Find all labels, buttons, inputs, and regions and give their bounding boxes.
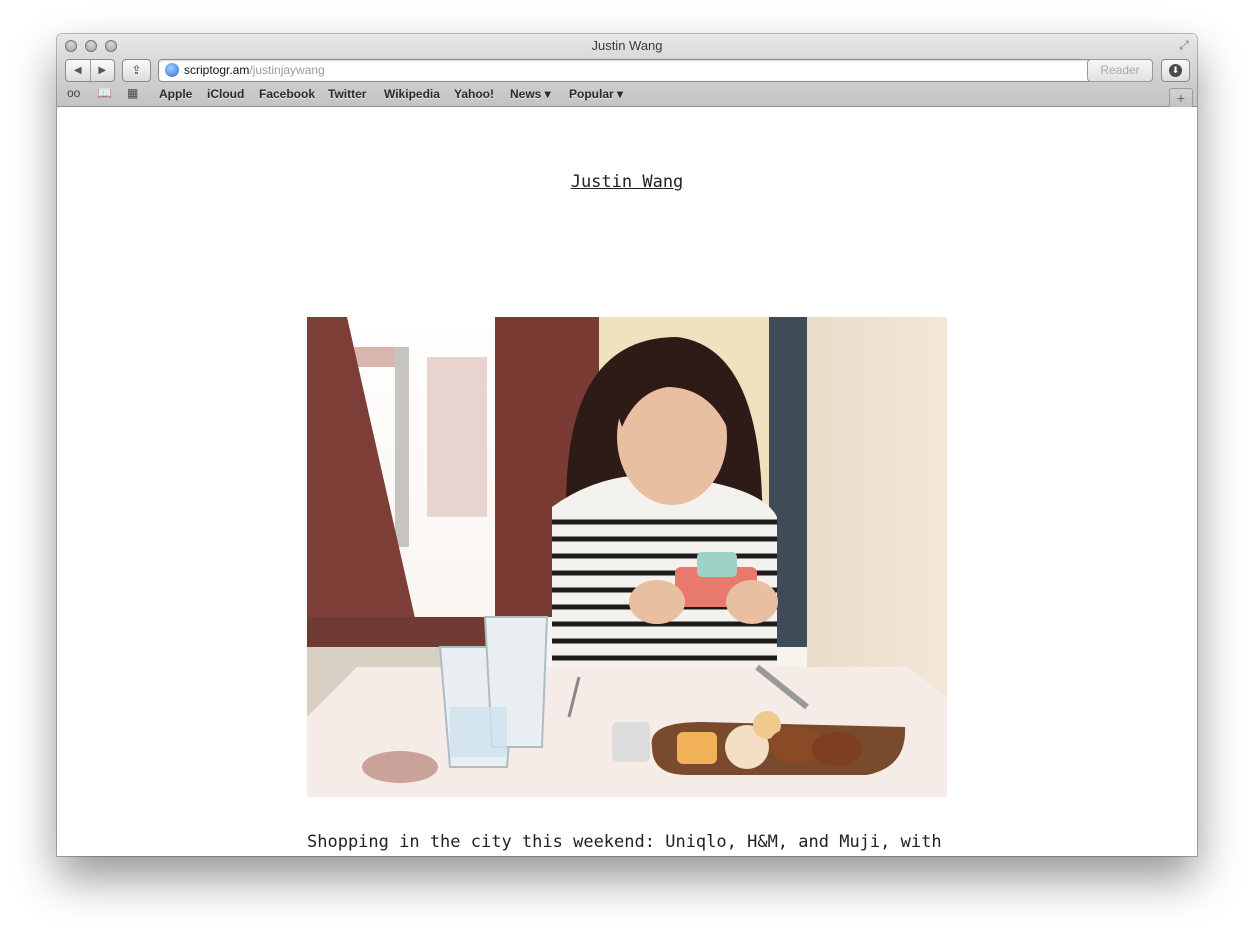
top-sites-grid-icon[interactable]: ▦ bbox=[127, 86, 138, 100]
fullscreen-icon[interactable]: ⤢ bbox=[1177, 38, 1191, 52]
browser-toolbar: Justin Wang ⤢ ◀ ▶ ⇪ scriptogr.am/justinj… bbox=[57, 34, 1197, 107]
bookmark-twitter[interactable]: Twitter bbox=[328, 87, 366, 101]
site-title-link[interactable]: Justin Wang bbox=[57, 172, 1197, 192]
url-path: /justinjaywang bbox=[249, 63, 325, 77]
page-content: Justin Wang Shopping in the city this we… bbox=[57, 107, 1197, 856]
bookmarks-book-icon[interactable]: 📖 bbox=[97, 86, 112, 100]
bookmark-icloud[interactable]: iCloud bbox=[207, 87, 244, 101]
bookmark-popular-menu[interactable]: Popular ▾ bbox=[569, 87, 623, 101]
share-button[interactable]: ⇪ bbox=[122, 59, 151, 82]
window-title: Justin Wang bbox=[591, 38, 663, 53]
browser-window: Justin Wang ⤢ ◀ ▶ ⇪ scriptogr.am/justinj… bbox=[57, 34, 1197, 856]
address-bar[interactable]: scriptogr.am/justinjaywang ↻ bbox=[158, 59, 1153, 82]
bookmark-wikipedia[interactable]: Wikipedia bbox=[384, 87, 440, 101]
new-tab-button[interactable]: + bbox=[1169, 88, 1193, 107]
download-icon: ⬇ bbox=[1169, 64, 1182, 77]
bookmark-yahoo[interactable]: Yahoo! bbox=[454, 87, 494, 101]
reader-button[interactable]: Reader bbox=[1087, 59, 1153, 82]
post-paragraph: Shopping in the city this weekend: Uniql… bbox=[307, 832, 942, 852]
post-photo bbox=[307, 317, 947, 797]
forward-button[interactable]: ▶ bbox=[91, 60, 115, 81]
bookmark-news-menu[interactable]: News ▾ bbox=[510, 87, 551, 101]
photo-illustration bbox=[307, 317, 947, 797]
bookmarks-bar: oo 📖 ▦ Apple iCloud Facebook Twitter Wik… bbox=[57, 84, 1197, 104]
downloads-button[interactable]: ⬇ bbox=[1161, 59, 1190, 82]
globe-icon bbox=[165, 63, 179, 77]
bookmark-apple[interactable]: Apple bbox=[159, 87, 192, 101]
bookmark-facebook[interactable]: Facebook bbox=[259, 87, 315, 101]
reading-list-icon[interactable]: oo bbox=[67, 86, 80, 100]
back-forward-buttons: ◀ ▶ bbox=[65, 59, 115, 82]
back-button[interactable]: ◀ bbox=[66, 60, 91, 81]
url-domain: scriptogr.am bbox=[184, 63, 250, 77]
url-text[interactable]: scriptogr.am/justinjaywang bbox=[184, 63, 325, 77]
